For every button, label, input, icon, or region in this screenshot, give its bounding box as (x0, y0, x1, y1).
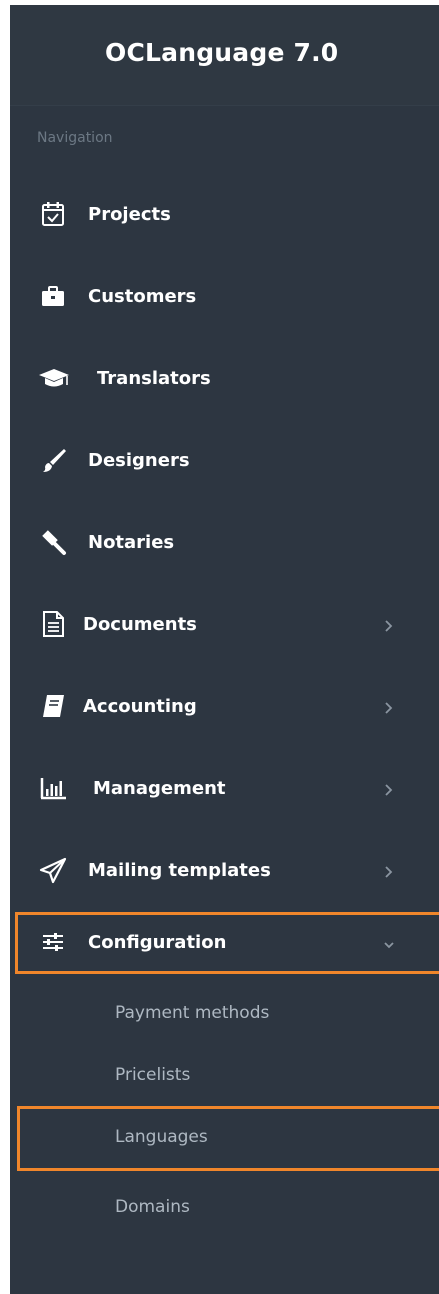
nav-label-accounting: Accounting (83, 696, 197, 717)
document-icon (38, 609, 68, 639)
paper-plane-icon (38, 855, 68, 885)
nav-item-documents[interactable]: Documents (10, 595, 439, 655)
navigation-heading: Navigation (37, 130, 113, 146)
bar-chart-icon (38, 773, 68, 803)
submenu-item-payment-methods[interactable]: Payment methods (10, 987, 439, 1042)
chevron-right-icon (382, 614, 396, 636)
nav-item-translators[interactable]: Translators (10, 349, 439, 409)
submenu-item-domains[interactable]: Domains (10, 1181, 439, 1236)
chevron-right-icon (382, 860, 396, 882)
nav-item-notaries[interactable]: Notaries (10, 513, 439, 573)
nav-item-projects[interactable]: Projects (10, 185, 439, 245)
nav-label-designers: Designers (88, 450, 190, 471)
paint-brush-icon (38, 445, 68, 475)
nav-item-designers[interactable]: Designers (10, 431, 439, 491)
nav-label-management: Management (93, 778, 226, 799)
nav-label-notaries: Notaries (88, 532, 175, 553)
nav-label-customers: Customers (88, 286, 197, 307)
sidebar: OCLanguage 7.0 Navigation Projects Custo… (10, 5, 439, 1294)
briefcase-icon (38, 281, 68, 311)
submenu-label-domains: Domains (115, 1197, 190, 1217)
submenu-item-pricelists[interactable]: Pricelists (10, 1049, 439, 1104)
book-icon (38, 691, 68, 721)
nav-item-management[interactable]: Management (10, 759, 439, 819)
submenu-label-pricelists: Pricelists (115, 1065, 191, 1085)
brand-title[interactable]: OCLanguage 7.0 (105, 38, 338, 67)
chevron-right-icon (382, 778, 396, 800)
nav-label-mailing-templates: Mailing templates (88, 860, 271, 881)
nav-item-customers[interactable]: Customers (10, 267, 439, 327)
calendar-check-icon (38, 199, 68, 229)
nav-label-projects: Projects (88, 204, 171, 225)
submenu-label-payment-methods: Payment methods (115, 1003, 270, 1023)
active-item-highlight (15, 912, 439, 974)
chevron-right-icon (382, 696, 396, 718)
submenu-highlight (17, 1106, 439, 1171)
graduation-cap-icon (37, 363, 71, 393)
nav-label-documents: Documents (83, 614, 197, 635)
brand-header: OCLanguage 7.0 (10, 5, 439, 106)
nav-label-translators: Translators (97, 368, 211, 389)
nav-item-accounting[interactable]: Accounting (10, 677, 439, 737)
gavel-icon (38, 527, 68, 557)
nav-item-mailing-templates[interactable]: Mailing templates (10, 841, 439, 901)
